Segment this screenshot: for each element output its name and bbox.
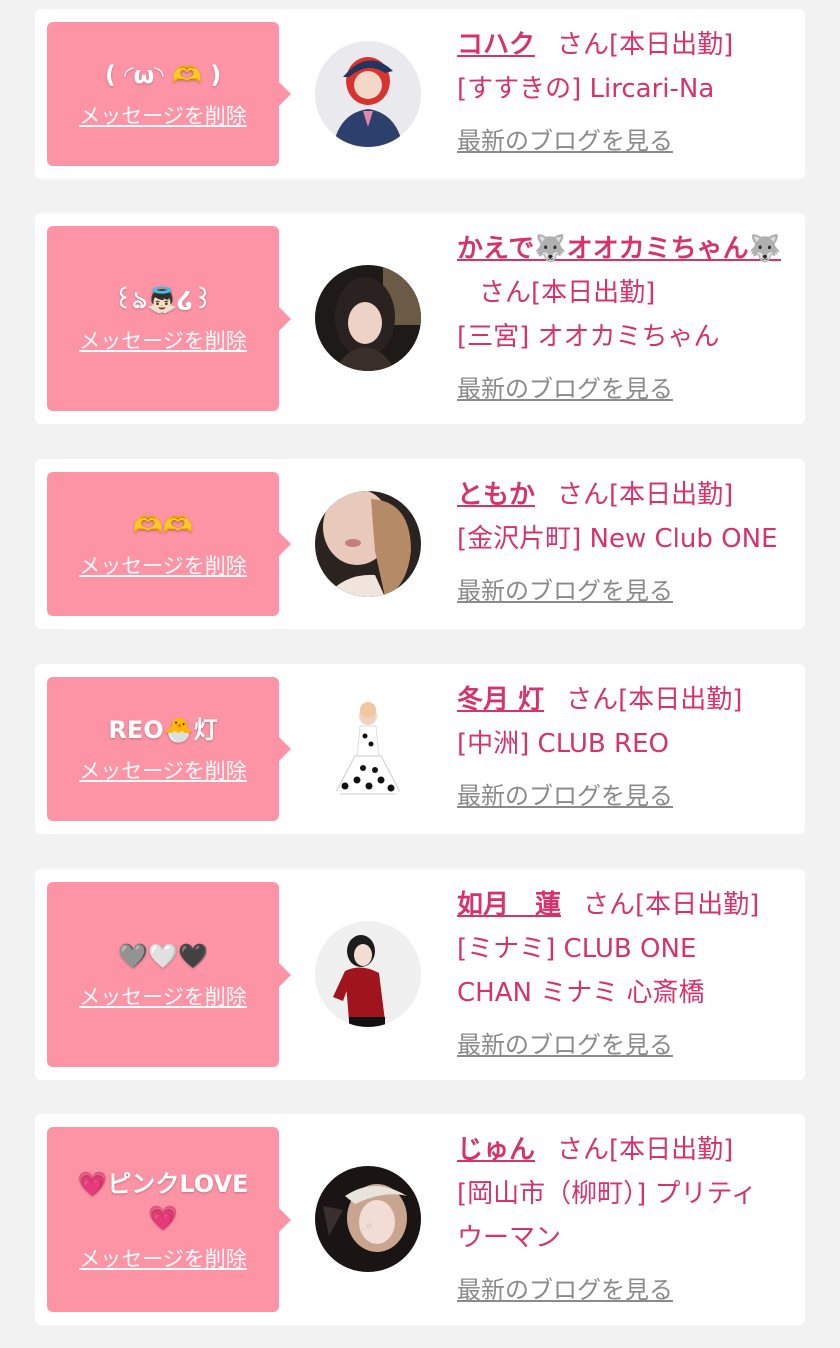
- work-status: [本日出勤]: [609, 480, 734, 510]
- cast-name-link[interactable]: 如月 蓮: [457, 890, 561, 920]
- latest-blog-link[interactable]: 最新のブログを見る: [457, 774, 673, 818]
- cast-card: REO🐣灯 メッセージを削除 冬月 灯さん[本日出勤] [中洲] CLUB RE…: [35, 664, 805, 834]
- message-bubble: ꒰ঌ👼🏻໒꒱ メッセージを削除: [47, 226, 291, 411]
- avatar[interactable]: [315, 265, 421, 371]
- message-bubble: 🩶🤍🖤 メッセージを削除: [47, 882, 291, 1067]
- honorific: さん: [557, 480, 610, 510]
- cast-name-link[interactable]: コハク: [457, 30, 535, 60]
- latest-blog-link[interactable]: 最新のブログを見る: [457, 569, 673, 613]
- cast-info: じゅん さん[本日出勤] [岡山市（柳町）] プリティ ウーマン 最新のブログを見…: [457, 1128, 787, 1312]
- message-text: ꒰ঌ👼🏻໒꒱: [113, 285, 213, 314]
- shop-name: [すすきの] Lircari-Na: [457, 74, 715, 104]
- cast-info: かえで🐺オオカミちゃん🐺 さん[本日出勤] [三宮] オオカミちゃん 最新のブログ…: [457, 227, 787, 411]
- delete-message-link[interactable]: メッセージを削除: [79, 981, 247, 1011]
- message-text: 💗ピンクLOVE: [77, 1169, 249, 1198]
- cast-card: 💗ピンクLOVE 💗 メッセージを削除 じゅん さん[本日出勤] [岡山市（柳町）…: [35, 1114, 805, 1325]
- honorific: さん: [557, 30, 610, 60]
- honorific: さん: [479, 278, 532, 308]
- delete-message-link[interactable]: メッセージを削除: [79, 755, 247, 785]
- cast-info: ともか さん[本日出勤] [金沢片町] New Club ONE 最新のブログを見…: [457, 473, 787, 613]
- avatar[interactable]: [315, 696, 421, 802]
- shop-name: [中洲] CLUB REO: [457, 729, 669, 759]
- honorific: さん: [557, 1135, 610, 1165]
- cast-card: 🫶🫶 メッセージを削除 ともか さん[本日出勤] [金沢片町] New Club …: [35, 459, 805, 629]
- honorific: さん: [583, 890, 636, 920]
- avatar[interactable]: [315, 41, 421, 147]
- avatar[interactable]: [315, 491, 421, 597]
- cast-name-link[interactable]: 冬月 灯: [457, 685, 544, 715]
- message-bubble: ( ◜ω◝ 🫶 ) メッセージを削除: [47, 22, 291, 166]
- cast-card: ( ◜ω◝ 🫶 ) メッセージを削除 コハク さん[本日出勤] [すすきの] Li…: [35, 9, 805, 179]
- work-status: [本日出勤]: [635, 890, 760, 920]
- shop-name-continued: CHAN ミナミ 心斎橋: [457, 978, 705, 1008]
- cast-info: 如月 蓮さん[本日出勤] [ミナミ] CLUB ONE CHAN ミナミ 心斎橋…: [457, 883, 787, 1067]
- latest-blog-link[interactable]: 最新のブログを見る: [457, 1268, 673, 1312]
- shop-name: [三宮] オオカミちゃん: [457, 322, 720, 352]
- shop-name-continued: ウーマン: [457, 1223, 562, 1253]
- delete-message-link[interactable]: メッセージを削除: [79, 1243, 247, 1273]
- cast-card: ꒰ঌ👼🏻໒꒱ メッセージを削除 かえで🐺オオカミちゃん🐺 さん[本日出勤] [三宮…: [35, 213, 805, 424]
- avatar[interactable]: [315, 1166, 421, 1272]
- cast-name-link[interactable]: ともか: [457, 480, 535, 510]
- message-text: 🫶🫶: [133, 511, 193, 539]
- honorific: さん: [566, 685, 619, 715]
- shop-name: [ミナミ] CLUB ONE: [457, 934, 697, 964]
- cast-name-link[interactable]: じゅん: [457, 1135, 535, 1165]
- cast-card: 🩶🤍🖤 メッセージを削除 如月 蓮さん[本日出勤] [ミナミ] CLUB ONE…: [35, 869, 805, 1080]
- delete-message-link[interactable]: メッセージを削除: [79, 100, 247, 130]
- message-text: 🩶🤍🖤: [118, 941, 208, 970]
- shop-name: [金沢片町] New Club ONE: [457, 524, 778, 554]
- message-bubble: REO🐣灯 メッセージを削除: [47, 677, 291, 821]
- cast-info: 冬月 灯さん[本日出勤] [中洲] CLUB REO 最新のブログを見る: [457, 678, 787, 818]
- work-status: [本日出勤]: [609, 1135, 734, 1165]
- message-text-continued: 💗: [148, 1203, 178, 1232]
- latest-blog-link[interactable]: 最新のブログを見る: [457, 1023, 673, 1067]
- avatar[interactable]: [315, 921, 421, 1027]
- delete-message-link[interactable]: メッセージを削除: [79, 550, 247, 580]
- cast-name-link[interactable]: かえで🐺オオカミちゃん🐺: [457, 234, 781, 264]
- work-status: [本日出勤]: [609, 30, 734, 60]
- delete-message-link[interactable]: メッセージを削除: [79, 325, 247, 355]
- work-status: [本日出勤]: [618, 685, 743, 715]
- message-text: REO🐣灯: [108, 716, 218, 744]
- shop-name: [岡山市（柳町）] プリティ: [457, 1179, 757, 1209]
- work-status: [本日出勤]: [531, 278, 656, 308]
- message-bubble: 🫶🫶 メッセージを削除: [47, 472, 291, 616]
- message-text: ( ◜ω◝ 🫶 ): [104, 61, 222, 89]
- latest-blog-link[interactable]: 最新のブログを見る: [457, 119, 673, 163]
- latest-blog-link[interactable]: 最新のブログを見る: [457, 367, 673, 411]
- message-bubble: 💗ピンクLOVE 💗 メッセージを削除: [47, 1127, 291, 1312]
- cast-info: コハク さん[本日出勤] [すすきの] Lircari-Na 最新のブログを見る: [457, 23, 787, 163]
